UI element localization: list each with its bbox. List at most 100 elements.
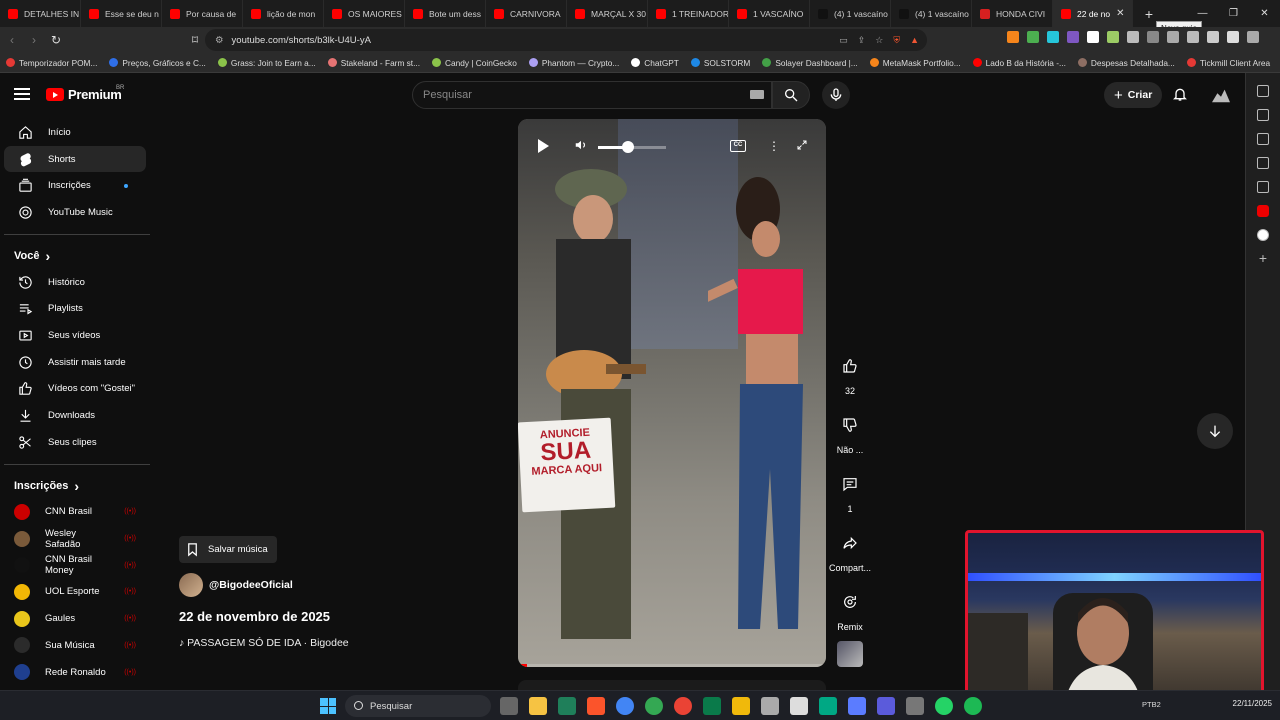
bookmark-item[interactable]: ChatGPT [631,58,679,68]
bookmark-star-icon[interactable]: ☆ [875,35,883,46]
app-icon[interactable] [558,697,576,715]
dislike-button[interactable] [834,409,866,441]
subscription-channel[interactable]: UOL Esporte ((•)) [0,579,150,606]
dislike-action[interactable]: Não ... [826,409,874,455]
channel-name[interactable]: @BigodeeOficial [209,579,293,591]
sidebar-item-your-videos[interactable]: Seus vídeos [4,322,146,349]
extension-icon[interactable] [1107,31,1119,43]
browser-tab[interactable]: CARNIVORA [486,0,567,27]
chrome-icon[interactable] [616,697,634,715]
browser-tab[interactable]: 22 de no ✕ [1053,0,1133,27]
browser-tab[interactable]: 1 TREINADOR [648,0,729,27]
volume-icon[interactable] [574,138,588,152]
taskbar-clock[interactable]: 22/11/2025 [1233,699,1272,708]
extension-icon[interactable] [1187,31,1199,43]
extension-icon[interactable] [1167,31,1179,43]
volume-slider-handle[interactable] [622,141,634,153]
sidebar-tool-icon[interactable] [1257,109,1269,121]
extension-icon[interactable] [1007,31,1019,43]
bookmark-item[interactable]: Phantom — Crypto... [528,58,619,68]
section-heading-subscriptions[interactable]: Inscrições › [0,473,150,499]
bookmark-item[interactable]: Grass: Join to Earn a... [217,58,316,68]
video-progress-bar[interactable] [518,664,826,667]
sidebar-item-music[interactable]: YouTube Music [4,199,146,226]
sidebar-item-shorts[interactable]: Shorts [4,145,146,173]
browser-tab[interactable]: MARÇAL X 30 [567,0,648,27]
comment-action[interactable]: 1 [826,468,874,514]
search-input[interactable]: Pesquisar [412,81,772,109]
close-window-button[interactable]: ✕ [1249,0,1280,27]
browser-tab[interactable]: (4) 1 vascaíno [810,0,891,27]
app-icon[interactable] [906,697,924,715]
sidebar-item-downloads[interactable]: Downloads [4,402,146,429]
brave-browser-icon[interactable] [587,697,605,715]
app-icon[interactable] [877,697,895,715]
youtube-premium-logo[interactable]: Premium BR [46,85,124,102]
browser-tab[interactable]: 1 VASCAÍNO [729,0,810,27]
whatsapp-icon[interactable] [935,697,953,715]
account-avatar[interactable] [1210,86,1232,104]
remix-action[interactable]: Remix [826,586,874,632]
channel-avatar[interactable] [179,573,203,597]
menu-icon[interactable] [14,88,30,100]
notifications-bell-icon[interactable] [1172,86,1188,102]
tab-close-icon[interactable]: ✕ [1116,8,1124,19]
start-button[interactable] [320,698,336,714]
create-button[interactable]: + Criar [1104,82,1163,108]
sidebar-tool-icon[interactable] [1257,181,1269,193]
share-page-icon[interactable]: ⇪ [858,35,866,46]
browser-tab[interactable]: DETALHES IN [0,0,81,27]
keyboard-icon[interactable] [750,90,764,99]
extension-icon[interactable] [1047,31,1059,43]
browser-tab[interactable]: (4) 1 vascaíno [891,0,972,27]
site-info-icon[interactable]: ⚙ [215,35,224,46]
next-short-preview[interactable] [518,680,826,690]
app-icon[interactable] [790,697,808,715]
like-button[interactable] [834,350,866,382]
share-button[interactable] [834,527,866,559]
like-action[interactable]: 32 [826,350,874,396]
sidebar-tool-icon[interactable] [1257,157,1269,169]
sidebar-item-playlists[interactable]: Playlists [4,295,146,322]
subscription-channel[interactable]: Wesley Safadão ((•)) [0,525,150,552]
extension-icon[interactable] [1127,31,1139,43]
app-icon[interactable] [848,697,866,715]
bookmark-item[interactable]: Preços, Gráficos e C... [109,58,206,68]
more-options-icon[interactable]: ⋮ [768,139,780,153]
sidebar-tool-icon[interactable] [1257,85,1269,97]
sidebar-item-watch-later[interactable]: Assistir mais tarde [4,349,146,376]
bookmark-item[interactable]: Tickmill Client Area [1186,58,1270,68]
address-bar[interactable]: ⚙ youtube.com/shorts/b3lk-U4U-yA ▭ ⇪ ☆ ⛨… [205,29,927,51]
browser-tab[interactable]: Bote um dess [405,0,486,27]
youtube-sidebar-icon[interactable] [1257,205,1269,217]
short-video-player[interactable]: ANUNCIE SUA MARCA AQUI CC ⋮ [518,119,826,667]
channel-row[interactable]: @BigodeeOficial [179,573,293,597]
subscription-channel[interactable]: CNN Brasil ((•)) [0,499,150,526]
app-icon[interactable] [761,697,779,715]
search-button[interactable] [772,81,810,109]
minimize-button[interactable]: — [1187,0,1218,27]
bookmark-item[interactable]: MetaMask Portfolio... [869,58,961,68]
section-heading-you[interactable]: Você › [0,243,150,269]
extension-icon[interactable] [1227,31,1239,43]
bookmark-item[interactable]: Stakeland - Farm st... [327,58,420,68]
reload-button[interactable]: ↻ [46,33,66,47]
menu-icon[interactable] [1247,31,1259,43]
play-button[interactable] [538,139,549,153]
extension-icon[interactable] [1087,31,1099,43]
restore-button[interactable]: ❐ [1218,0,1249,27]
extension-icon[interactable] [1027,31,1039,43]
bookmark-item[interactable]: Candy | CoinGecko [432,58,517,68]
remix-button[interactable] [834,586,866,618]
browser-tab[interactable]: Esse se deu n [81,0,162,27]
save-music-button[interactable]: Salvar música [179,536,277,563]
voice-search-button[interactable] [822,81,850,109]
add-panel-icon[interactable]: + [1257,251,1269,265]
spotify-icon[interactable] [964,697,982,715]
extension-icon[interactable] [1067,31,1079,43]
file-explorer-icon[interactable] [529,697,547,715]
sidebar-tool-icon[interactable] [1257,133,1269,145]
next-short-button[interactable] [1197,413,1233,449]
bookmark-icon[interactable]: ⌑ [185,33,205,47]
bookmark-item[interactable]: Solayer Dashboard |... [762,58,858,68]
